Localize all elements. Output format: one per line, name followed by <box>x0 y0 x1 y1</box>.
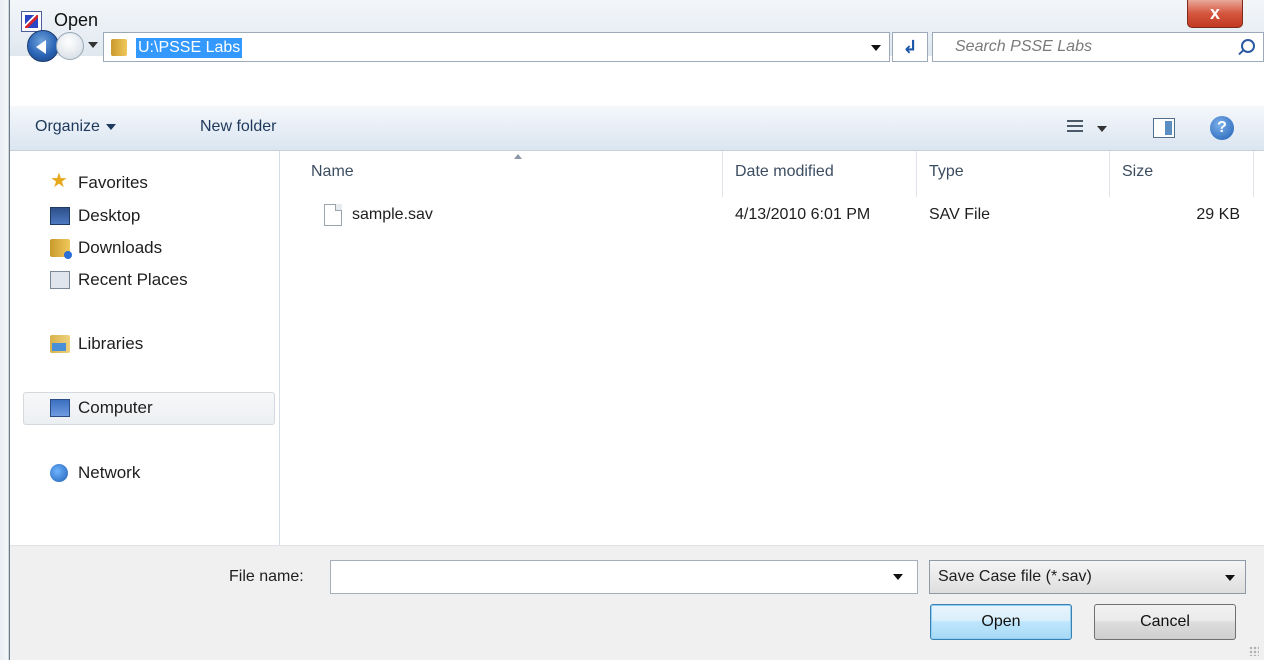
refresh-button[interactable]: ↲ <box>892 32 928 62</box>
column-header-date-modified[interactable]: Date modified <box>735 163 834 181</box>
nav-label: Network <box>78 463 141 482</box>
folder-icon <box>111 39 127 56</box>
resize-grip-icon[interactable] <box>1249 646 1259 656</box>
new-folder-button[interactable]: New folder <box>200 118 276 136</box>
cancel-button[interactable]: Cancel <box>1094 604 1236 640</box>
close-button[interactable]: x <box>1187 0 1243 28</box>
organize-button[interactable]: Organize <box>35 118 116 136</box>
navigation-pane: ★ Favorites Desktop Downloads Recent Plac… <box>10 151 280 545</box>
file-type: SAV File <box>929 206 991 223</box>
libraries-icon <box>50 335 70 353</box>
nav-item-downloads[interactable]: Downloads <box>50 235 162 261</box>
nav-item-computer[interactable]: Computer <box>50 395 153 421</box>
recent-locations-dropdown[interactable] <box>88 42 98 48</box>
search-icon[interactable] <box>1241 39 1255 53</box>
help-icon[interactable]: ? <box>1210 116 1234 140</box>
views-dropdown-icon[interactable] <box>1097 126 1107 132</box>
command-bar: Organize New folder ? <box>10 106 1264 151</box>
downloads-folder-icon <box>50 239 72 259</box>
search-input[interactable]: Search PSSE Labs <box>932 32 1264 62</box>
chevron-down-icon <box>105 123 116 130</box>
forward-arrow-icon[interactable] <box>56 32 84 60</box>
views-icon[interactable] <box>1067 120 1083 136</box>
column-header-size[interactable]: Size <box>1122 163 1153 181</box>
file-name: sample.sav <box>352 206 433 223</box>
chevron-down-icon <box>1225 575 1235 581</box>
nav-label: Libraries <box>78 334 144 353</box>
organize-label: Organize <box>35 118 100 135</box>
psse-app-icon <box>21 11 42 32</box>
address-dropdown-icon[interactable] <box>871 45 881 51</box>
recent-places-icon <box>50 271 70 289</box>
nav-label: Downloads <box>78 238 163 257</box>
nav-item-favorites[interactable]: ★ Favorites <box>50 170 148 196</box>
nav-label: Recent Places <box>78 270 188 289</box>
search-placeholder: Search PSSE Labs <box>955 38 1092 55</box>
nav-item-recent-places[interactable]: Recent Places <box>50 267 188 293</box>
preview-pane-icon[interactable] <box>1153 118 1175 138</box>
file-name-input[interactable] <box>330 560 918 594</box>
window-title: Open <box>54 10 99 30</box>
address-path[interactable]: U:\PSSE Labs <box>136 38 243 58</box>
file-type-filter[interactable]: Save Case file (*.sav) <box>929 560 1246 594</box>
sort-ascending-icon <box>514 154 522 159</box>
nav-label: Computer <box>78 398 153 417</box>
back-arrow-icon[interactable] <box>27 30 59 62</box>
column-header-name[interactable]: Name <box>311 163 354 181</box>
column-header-type[interactable]: Type <box>929 163 964 181</box>
file-name-dropdown-icon[interactable] <box>893 574 903 580</box>
column-divider[interactable] <box>1253 151 1254 197</box>
file-size: 29 KB <box>1196 206 1240 223</box>
nav-item-libraries[interactable]: Libraries <box>50 331 143 357</box>
nav-label: Desktop <box>78 206 141 225</box>
background-edge <box>0 0 9 660</box>
file-name-label: File name: <box>229 568 304 585</box>
file-type-filter-value: Save Case file (*.sav) <box>938 568 1092 585</box>
file-icon <box>324 204 342 226</box>
column-divider[interactable] <box>722 151 723 197</box>
column-divider[interactable] <box>1109 151 1110 197</box>
column-divider[interactable] <box>916 151 917 197</box>
nav-label: Favorites <box>78 173 148 192</box>
file-row[interactable]: sample.sav 4/13/2010 6:01 PM SAV File 29… <box>311 201 1241 229</box>
file-date-modified: 4/13/2010 6:01 PM <box>735 206 871 223</box>
star-icon: ★ <box>50 170 68 192</box>
desktop-icon <box>50 207 70 225</box>
nav-item-desktop[interactable]: Desktop <box>50 203 140 229</box>
address-bar[interactable]: U:\PSSE Labs <box>103 32 890 62</box>
file-list: Name Date modified Type Size sample.sav … <box>281 151 1264 545</box>
computer-icon <box>50 399 70 417</box>
open-button[interactable]: Open <box>930 604 1072 640</box>
bottom-panel: File name: Save Case file (*.sav) Open C… <box>10 545 1264 660</box>
network-icon <box>50 464 68 482</box>
nav-item-network[interactable]: Network <box>50 460 140 486</box>
open-dialog: Open x U:\PSSE Labs ↲ Search PSSE Labs O… <box>9 0 1264 660</box>
